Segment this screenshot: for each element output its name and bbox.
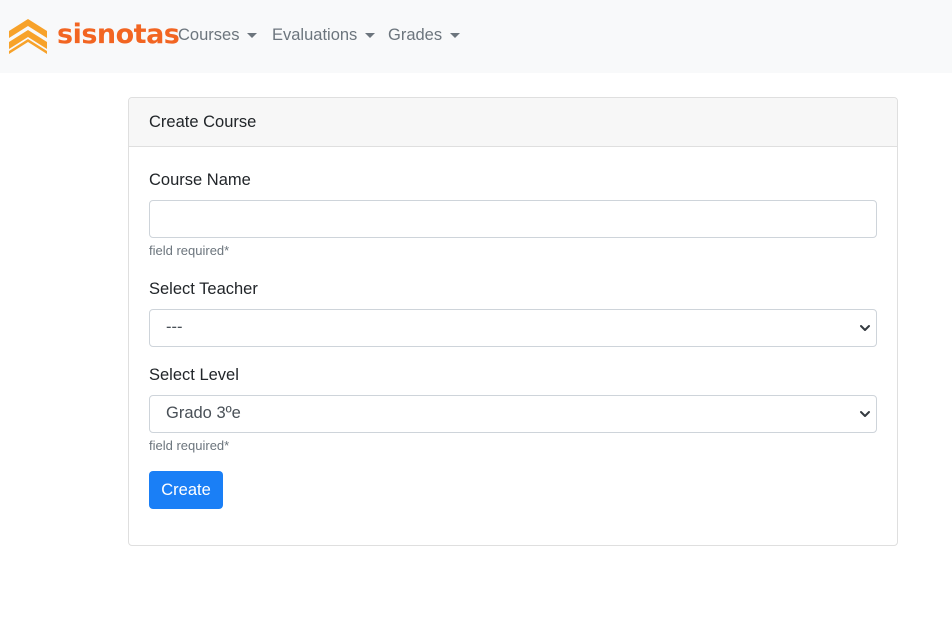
- create-button[interactable]: Create: [149, 471, 223, 509]
- nav-grades-dropdown[interactable]: Grades: [388, 24, 461, 46]
- caret-down-icon: [365, 32, 376, 38]
- teacher-select[interactable]: ---: [149, 309, 877, 347]
- caret-down-icon: [450, 32, 461, 38]
- course-name-help: field required*: [149, 243, 230, 258]
- stacked-chevrons-icon: [9, 19, 47, 54]
- brand-link[interactable]: sisnotas: [7, 14, 180, 56]
- nav-courses-label: Courses: [178, 25, 240, 44]
- create-course-card: Create Course Course Name field required…: [128, 97, 898, 546]
- card-header: Create Course: [129, 98, 897, 147]
- level-selected-value: Grado 3ºe: [166, 404, 241, 422]
- nav-evaluations-dropdown[interactable]: Evaluations: [272, 24, 376, 46]
- nav-grades-label: Grades: [388, 25, 443, 44]
- level-select[interactable]: Grado 3ºe: [149, 395, 877, 433]
- level-help: field required*: [149, 438, 230, 453]
- brand-name: sisnotas: [57, 18, 180, 50]
- nav-evaluations-label: Evaluations: [272, 25, 358, 44]
- caret-down-icon: [247, 32, 258, 38]
- course-name-input[interactable]: [149, 200, 877, 238]
- nav-courses-dropdown[interactable]: Courses: [178, 24, 258, 46]
- chevron-down-icon: [860, 411, 870, 417]
- level-label: Select Level: [149, 366, 239, 384]
- course-name-label: Course Name: [149, 171, 251, 189]
- teacher-label: Select Teacher: [149, 280, 258, 298]
- card-title: Create Course: [149, 113, 257, 131]
- teacher-selected-value: ---: [166, 318, 183, 336]
- chevron-down-icon: [860, 325, 870, 331]
- navbar: sisnotas Courses Evaluations Grades: [0, 0, 952, 73]
